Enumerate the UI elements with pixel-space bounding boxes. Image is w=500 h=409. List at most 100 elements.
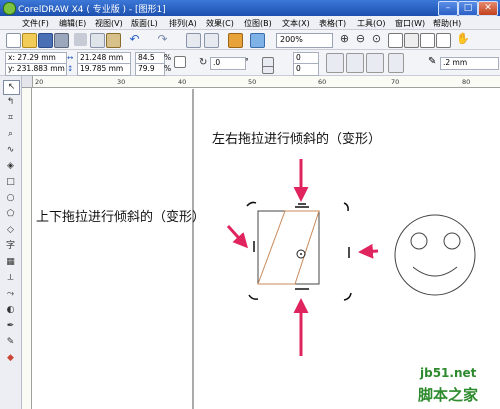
zoom-level-select[interactable]: 200% <box>276 33 333 48</box>
arrow-left <box>226 224 249 249</box>
basic-shapes-tool-icon[interactable]: ◇ <box>3 224 18 237</box>
menu-text[interactable]: 文本(X) <box>282 18 310 29</box>
annotation-horizontal-skew: 左右拖拉进行倾斜的（变形） <box>212 132 382 147</box>
connector-tool-icon[interactable]: ⤳ <box>3 288 18 301</box>
shape-tool-icon[interactable]: ↰ <box>3 96 18 109</box>
menu-edit[interactable]: 编辑(E) <box>59 18 86 29</box>
ruler-origin[interactable] <box>22 76 33 88</box>
outline-tool-icon[interactable]: ✎ <box>3 336 18 349</box>
smiley-right-eye[interactable] <box>443 232 461 250</box>
zoom-all-objects-icon[interactable] <box>388 33 403 48</box>
wrap-text-icon[interactable] <box>326 53 344 73</box>
selection-bounding-box <box>257 210 320 285</box>
menu-effects[interactable]: 效果(C) <box>206 18 234 29</box>
to-front-icon[interactable] <box>346 53 364 73</box>
maximize-button[interactable]: □ <box>458 1 478 16</box>
y-position-field[interactable]: y: 231.883 mm <box>5 63 67 76</box>
menu-view[interactable]: 视图(V) <box>95 18 123 29</box>
watermark-url: jb51.net <box>420 366 477 380</box>
eyedropper-tool-icon[interactable]: ✒ <box>3 320 18 333</box>
table-tool-icon[interactable]: ▦ <box>3 256 18 269</box>
freehand-tool-icon[interactable]: ∿ <box>3 144 18 157</box>
options-icon[interactable]: ✋ <box>456 33 470 46</box>
zoom-in-icon[interactable]: ⊕ <box>338 33 351 46</box>
standard-toolbar: ↶ ↷ 200% ⊕ ⊖ ⊙ ✋ <box>0 30 500 50</box>
zoom-tool-icon[interactable]: ⌕ <box>3 128 18 141</box>
menu-window[interactable]: 窗口(W) <box>395 18 425 29</box>
smart-fill-tool-icon[interactable]: ◈ <box>3 160 18 173</box>
horizontal-ruler <box>22 76 500 88</box>
export-icon[interactable] <box>204 33 219 48</box>
annotation-vertical-skew: 上下拖拉进行倾斜的（变形） <box>36 210 206 225</box>
menu-layout[interactable]: 版面(L) <box>131 18 158 29</box>
rotation-angle-field[interactable]: .0 <box>210 57 246 70</box>
rotate-handle-top-right[interactable] <box>343 202 349 212</box>
watermark-site-name: 脚本之家 <box>418 386 479 404</box>
lock-ratio-icon[interactable] <box>174 56 186 68</box>
polygon-tool-icon[interactable]: ⬠ <box>3 208 18 221</box>
paste-icon[interactable] <box>106 33 121 48</box>
smiley-mouth[interactable] <box>412 266 458 277</box>
skewed-rectangle[interactable] <box>257 210 320 285</box>
coreldraw-app-icon <box>3 2 16 15</box>
ellipse-tool-icon[interactable]: ○ <box>3 192 18 205</box>
minimize-button[interactable]: – <box>438 1 458 16</box>
zoom-selected-icon[interactable]: ⊙ <box>370 33 383 46</box>
pick-tool-icon[interactable]: ↖ <box>3 80 20 95</box>
arrow-right <box>358 243 379 259</box>
undo-icon[interactable]: ↶ <box>128 33 141 46</box>
text-tool-icon[interactable]: 字 <box>3 240 18 253</box>
window-title: CorelDRAW X4 ( 专业版 ) - [图形1] <box>18 5 166 15</box>
skew-vertical-field[interactable]: 0 <box>293 63 319 76</box>
menu-arrange[interactable]: 排列(A) <box>169 18 197 29</box>
welcome-screen-icon[interactable] <box>250 33 265 48</box>
zoom-page-height-icon[interactable] <box>436 33 451 48</box>
vertical-ruler <box>22 88 32 409</box>
skew-handle-top[interactable] <box>295 203 309 208</box>
outline-width-select[interactable]: .2 mm <box>440 57 499 70</box>
title-bar: CorelDRAW X4 ( 专业版 ) - [图形1] – □ ✕ <box>0 0 500 16</box>
scale-height-field[interactable]: 79.9 <box>135 63 165 76</box>
mirror-vertical-icon[interactable] <box>262 66 274 74</box>
scale-unit-label-2: % <box>164 64 172 73</box>
outline-pen-icon: ✎ <box>428 56 437 67</box>
new-document-icon[interactable] <box>6 33 21 48</box>
redo-icon[interactable]: ↷ <box>156 33 169 46</box>
ruler-tick-30: 30 <box>117 78 126 86</box>
fill-tool-icon[interactable]: ◆ <box>3 352 18 365</box>
smiley-face-outline[interactable] <box>394 214 476 296</box>
import-icon[interactable] <box>186 33 201 48</box>
interactive-blend-tool-icon[interactable]: ◐ <box>3 304 18 317</box>
copy-icon[interactable] <box>90 33 105 48</box>
application-launcher-icon[interactable] <box>228 33 243 48</box>
rotate-handle-bottom-right[interactable] <box>343 292 352 301</box>
menu-file[interactable]: 文件(F) <box>22 18 49 29</box>
toolbox: ↖ ↰ ⌗ ⌕ ∿ ◈ □ ○ ⬠ ◇ 字 ▦ ⟂ ⤳ ◐ ✒ ✎ ◆ <box>0 76 22 409</box>
menu-bitmaps[interactable]: 位图(B) <box>244 18 272 29</box>
dimension-tool-icon[interactable]: ⟂ <box>3 272 18 285</box>
close-button[interactable]: ✕ <box>478 1 498 16</box>
menu-bar: 文件(F) 编辑(E) 视图(V) 版面(L) 排列(A) 效果(C) 位图(B… <box>0 16 500 30</box>
zoom-page-icon[interactable] <box>404 33 419 48</box>
degree-symbol: ° <box>245 57 249 66</box>
zoom-out-icon[interactable]: ⊖ <box>354 33 367 46</box>
convert-to-curves-icon[interactable] <box>388 53 404 73</box>
save-icon[interactable] <box>38 33 53 48</box>
zoom-page-width-icon[interactable] <box>420 33 435 48</box>
ruler-tick-60: 60 <box>318 78 327 86</box>
print-icon[interactable] <box>54 33 69 48</box>
property-bar: x: 27.29 mm y: 231.883 mm ↔ ↕ 21.248 mm … <box>0 50 500 76</box>
smiley-left-eye[interactable] <box>410 232 428 250</box>
menu-tools[interactable]: 工具(O) <box>357 18 386 29</box>
crop-tool-icon[interactable]: ⌗ <box>3 112 18 125</box>
menu-table[interactable]: 表格(T) <box>319 18 346 29</box>
rotate-handle-top-left[interactable] <box>246 201 257 207</box>
height-field[interactable]: 19.785 mm <box>77 63 131 76</box>
ruler-tick-50: 50 <box>248 78 257 86</box>
cut-icon[interactable] <box>74 33 87 46</box>
open-icon[interactable] <box>22 33 37 48</box>
menu-help[interactable]: 帮助(H) <box>433 18 461 29</box>
rectangle-tool-icon[interactable]: □ <box>3 176 18 189</box>
rotate-handle-bottom-left[interactable] <box>248 294 259 300</box>
to-back-icon[interactable] <box>366 53 384 73</box>
